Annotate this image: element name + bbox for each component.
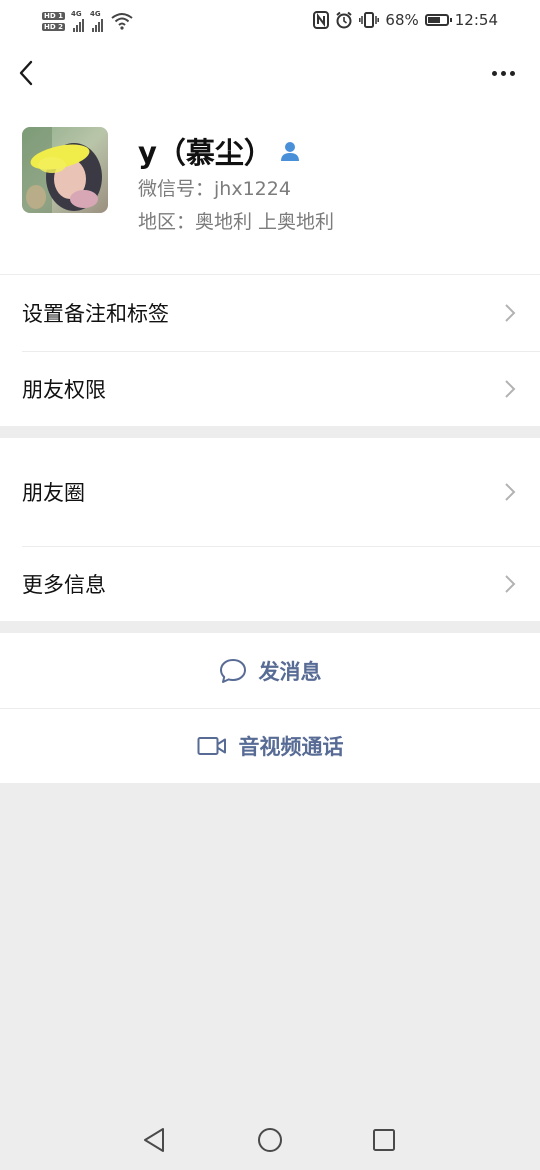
remark-tags-label: 设置备注和标签 [22,302,169,326]
moments-label: 朋友圈 [22,481,85,505]
signal-2-icon: 4G [89,10,103,32]
vibrate-icon [359,12,380,28]
friend-permissions-row[interactable]: 朋友权限 [0,352,540,426]
alarm-icon [336,11,353,29]
more-info-row[interactable]: 更多信息 [0,547,540,621]
nfc-icon [313,11,330,29]
more-dot [491,70,497,76]
wechat-id: 微信号：jhx1224 [138,178,291,200]
video-call-button[interactable]: 音视频通话 [0,709,540,783]
net1-label: 4G [70,10,82,18]
sim1-badge: HD 1 [42,11,65,20]
nav-recents-square-icon[interactable] [368,1124,400,1156]
actions-group: 发消息 音视频通话 [0,633,540,783]
clock: 12:54 [454,11,498,29]
more-button[interactable] [486,56,520,90]
more-info-label: 更多信息 [22,573,106,597]
contact-name: y（慕尘） [138,136,273,170]
status-left: HD 1 HD 2 4G 4G [42,6,133,36]
nav-back-triangle-icon[interactable] [139,1124,171,1156]
remark-tags-row[interactable]: 设置备注和标签 [0,275,540,351]
chevron-right-icon [505,483,516,501]
avatar[interactable] [22,127,108,213]
send-message-label: 发消息 [258,659,322,684]
chevron-right-icon [505,380,516,398]
sim-indicators: HD 1 HD 2 [42,11,65,31]
more-dot [509,70,515,76]
settings-group: 设置备注和标签 朋友权限 [0,275,540,426]
speech-bubble-icon [219,658,246,683]
system-nav-bar [0,1110,540,1170]
video-call-label: 音视频通话 [238,735,344,759]
moments-row[interactable]: 朋友圈 [0,438,540,546]
region: 地区：奥地利 上奥地利 [138,211,335,233]
profile-header: y（慕尘） 微信号：jhx1224 地区：奥地利 上奥地利 [0,104,540,274]
battery-percent: 68% [385,11,419,29]
send-message-button[interactable]: 发消息 [0,633,540,708]
status-right: 68% 12:54 [313,8,498,32]
top-bar [0,42,540,104]
sim2-badge: HD 2 [42,22,65,31]
status-bar: HD 1 HD 2 4G 4G 68% 12:54 [0,0,540,42]
video-camera-icon [197,737,226,755]
nav-home-circle-icon[interactable] [254,1124,286,1156]
person-icon [280,142,299,161]
back-button[interactable] [14,54,44,92]
chevron-left-icon [19,60,33,86]
friend-permissions-label: 朋友权限 [22,378,106,402]
avatar-photo [22,127,108,213]
name-line: y（慕尘） [138,130,301,172]
chevron-right-icon [505,575,516,593]
info-group: 朋友圈 更多信息 [0,438,540,621]
more-dot [500,70,506,76]
battery-icon [424,14,452,26]
wifi-icon [111,13,133,30]
signal-1-icon: 4G [70,10,84,32]
chevron-right-icon [505,304,516,322]
net2-label: 4G [89,10,101,18]
